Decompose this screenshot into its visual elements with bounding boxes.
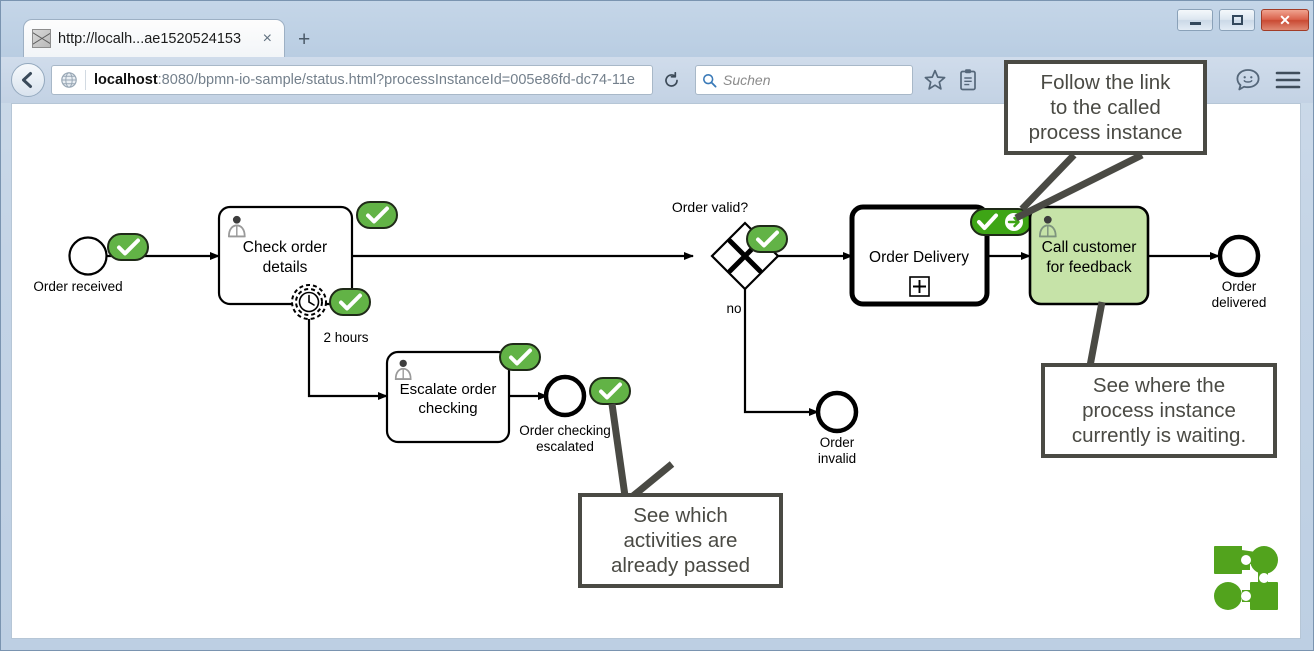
node-order-delivery-call-activity[interactable]: Order Delivery <box>849 204 990 307</box>
search-icon <box>702 73 717 87</box>
tab-title: http://localh...ae1520524153 <box>58 30 242 47</box>
label-flow-no: no <box>726 301 741 316</box>
search-input-placeholder[interactable]: Suchen <box>723 72 770 88</box>
label-gateway: Order valid? <box>672 199 748 215</box>
star-icon <box>924 69 946 90</box>
node-escalate-order-checking[interactable]: Escalate order checking <box>385 350 511 444</box>
reload-icon <box>664 71 678 87</box>
badge-timer-boundary-event[interactable] <box>329 288 371 316</box>
label-escalate-1: Escalate order <box>400 381 497 398</box>
label-escalated-end-2: escalated <box>536 439 594 454</box>
browser-tab[interactable]: http://localh...ae1520524153 × <box>23 19 285 57</box>
browser-window: http://localh...ae1520524153 × + ✕ local… <box>0 0 1314 651</box>
close-icon: ✕ <box>1279 12 1291 28</box>
back-arrow-icon <box>22 72 32 88</box>
page-canvas: Order received Check order details 2 hou… <box>11 103 1301 639</box>
label-invalid-end-2: invalid <box>818 451 856 466</box>
label-timer: 2 hours <box>323 330 368 345</box>
bpmnio-logo <box>1214 546 1278 610</box>
label-call-customer-1: Call customer <box>1042 239 1137 256</box>
url-path: :8080/bpmn-io-sample/status.html?process… <box>157 72 635 88</box>
label-start-event: Order received <box>33 279 122 294</box>
close-window-button[interactable]: ✕ <box>1261 9 1309 31</box>
label-invalid-end-1: Order <box>820 435 855 450</box>
badge-start-event[interactable] <box>107 233 149 261</box>
node-check-order-details[interactable]: Check order details <box>217 205 354 306</box>
url-separator <box>85 70 86 90</box>
leader-waiting <box>1086 301 1106 367</box>
reading-list-button[interactable] <box>957 68 979 92</box>
node-exclusive-gateway[interactable]: Order valid? no <box>672 199 780 316</box>
node-call-customer-for-feedback[interactable]: Call customer for feedback <box>1028 205 1150 306</box>
navigation-toolbar: localhost:8080/bpmn-io-sample/status.htm… <box>1 57 1313 103</box>
window-controls: ✕ <box>1177 9 1309 31</box>
label-delivered-end-2: delivered <box>1212 295 1267 310</box>
globe-icon <box>61 72 77 88</box>
smiley-chat-icon <box>1236 69 1260 91</box>
label-check-order-2: details <box>263 259 308 276</box>
badge-exclusive-gateway[interactable] <box>746 225 788 253</box>
badge-check-order-details[interactable] <box>356 201 398 229</box>
label-call-customer-2: for feedback <box>1046 259 1132 276</box>
chat-button[interactable] <box>1235 67 1261 93</box>
label-order-delivery: Order Delivery <box>869 249 969 266</box>
flow-timer-to-escalate <box>307 304 388 400</box>
bookmark-star-button[interactable] <box>923 68 947 92</box>
tab-bar: http://localh...ae1520524153 × + ✕ <box>1 1 1313 57</box>
label-escalated-end-1: Order checking <box>519 423 611 438</box>
clipboard-icon <box>960 69 976 91</box>
address-bar[interactable]: localhost:8080/bpmn-io-sample/status.htm… <box>51 65 653 95</box>
hamburger-icon <box>1275 71 1301 89</box>
maximize-icon <box>1231 15 1243 25</box>
url-text: localhost:8080/bpmn-io-sample/status.htm… <box>94 72 635 88</box>
leader-passed-b <box>630 461 675 499</box>
maximize-button[interactable] <box>1219 9 1255 31</box>
flow-gateway-no <box>743 279 819 416</box>
node-order-invalid-end[interactable]: Order invalid <box>815 390 859 466</box>
url-host: localhost <box>94 72 158 88</box>
label-check-order-1: Check order <box>243 239 327 256</box>
back-button[interactable] <box>11 63 45 97</box>
node-order-delivered-end[interactable]: Order delivered <box>1212 234 1267 310</box>
search-box[interactable]: Suchen <box>695 65 913 95</box>
new-tab-button[interactable]: + <box>291 27 317 52</box>
close-tab-icon[interactable]: × <box>259 30 276 47</box>
broken-image-favicon-icon <box>32 29 51 48</box>
minimize-icon <box>1189 21 1201 25</box>
hamburger-menu-button[interactable] <box>1275 69 1301 91</box>
bpmn-diagram[interactable]: Order received Check order details 2 hou… <box>12 104 1301 639</box>
label-escalate-2: checking <box>418 400 477 417</box>
leader-passed-a <box>608 403 629 497</box>
reload-button[interactable] <box>655 65 687 95</box>
badge-order-checking-escalated[interactable] <box>589 377 631 405</box>
minimize-button[interactable] <box>1177 9 1213 31</box>
label-delivered-end-1: Order <box>1222 279 1257 294</box>
badge-escalate-order-checking[interactable] <box>499 343 541 371</box>
